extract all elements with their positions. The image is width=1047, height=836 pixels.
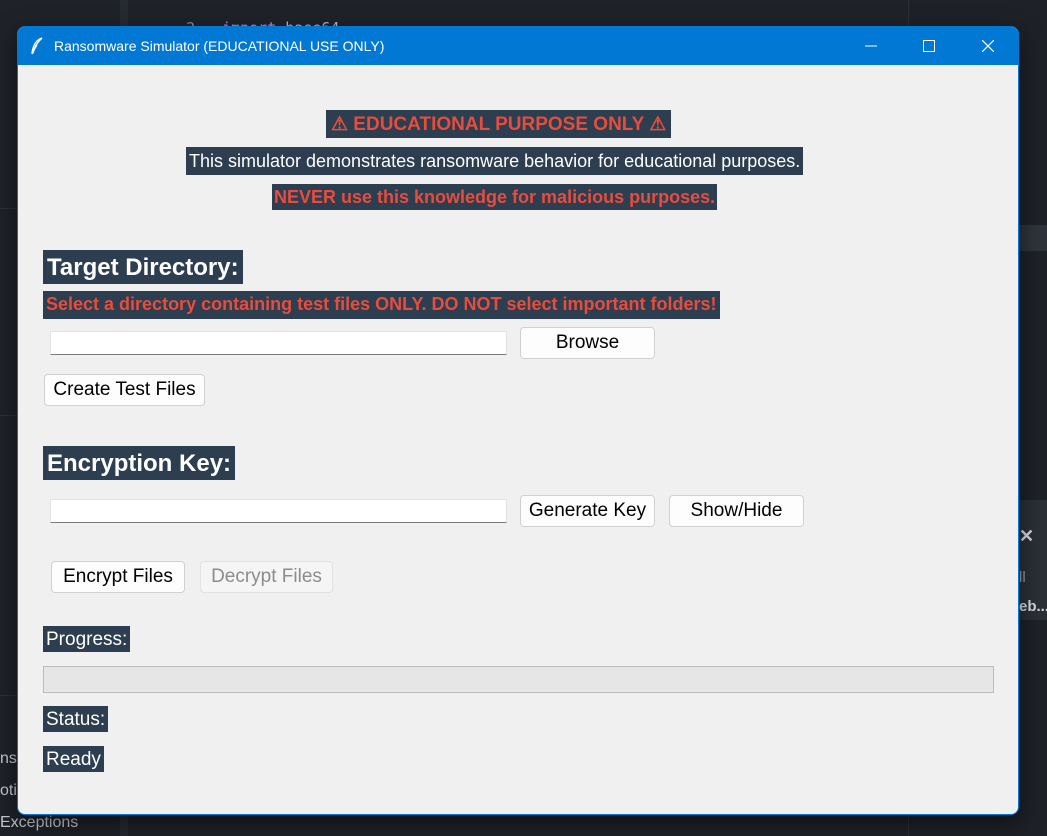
decrypt-files-button: Decrypt Files — [200, 561, 333, 593]
directory-input[interactable] — [50, 331, 507, 355]
maximize-button[interactable] — [900, 27, 958, 65]
maximize-icon — [923, 40, 935, 52]
progress-label: Progress: — [43, 626, 131, 652]
encrypt-files-button[interactable]: Encrypt Files — [51, 561, 185, 593]
panel-text: ll — [1019, 569, 1026, 586]
close-button[interactable] — [959, 27, 1017, 65]
show-hide-button[interactable]: Show/Hide — [669, 495, 804, 527]
encryption-key-heading: Encryption Key: — [43, 446, 236, 480]
feather-icon — [31, 37, 43, 55]
progress-bar — [43, 666, 994, 693]
status-label: Status: — [43, 706, 109, 732]
window-content: ⚠ EDUCATIONAL PURPOSE ONLY ⚠ This simula… — [18, 65, 1018, 814]
browse-button[interactable]: Browse — [520, 327, 655, 359]
minimize-icon — [865, 45, 877, 47]
sidebar-text: Exceptions — [0, 814, 79, 831]
warning-description: This simulator demonstrates ransomware b… — [186, 147, 804, 175]
title-bar[interactable]: Ransomware Simulator (EDUCATIONAL USE ON… — [18, 27, 1018, 65]
simulator-window: Ransomware Simulator (EDUCATIONAL USE ON… — [17, 26, 1019, 815]
warning-title: ⚠ EDUCATIONAL PURPOSE ONLY ⚠ — [326, 110, 672, 138]
close-icon[interactable]: ✕ — [1019, 526, 1034, 547]
encryption-key-input[interactable] — [50, 499, 507, 523]
minimize-button[interactable] — [842, 27, 900, 65]
create-test-files-button[interactable]: Create Test Files — [44, 374, 205, 406]
target-directory-heading: Target Directory: — [43, 250, 243, 284]
sidebar-text: ns — [0, 750, 17, 767]
generate-key-button[interactable]: Generate Key — [520, 495, 655, 527]
status-value: Ready — [43, 746, 104, 772]
code-line[interactable]: 2import base64 — [168, 0, 339, 37]
right-panel-highlight — [1019, 225, 1047, 251]
window-title: Ransomware Simulator (EDUCATIONAL USE ON… — [54, 38, 385, 54]
close-icon — [982, 40, 994, 52]
warning-never: NEVER use this knowledge for malicious p… — [272, 184, 718, 210]
target-directory-warning: Select a directory containing test files… — [43, 291, 720, 319]
panel-text: eb... — [1019, 598, 1047, 615]
